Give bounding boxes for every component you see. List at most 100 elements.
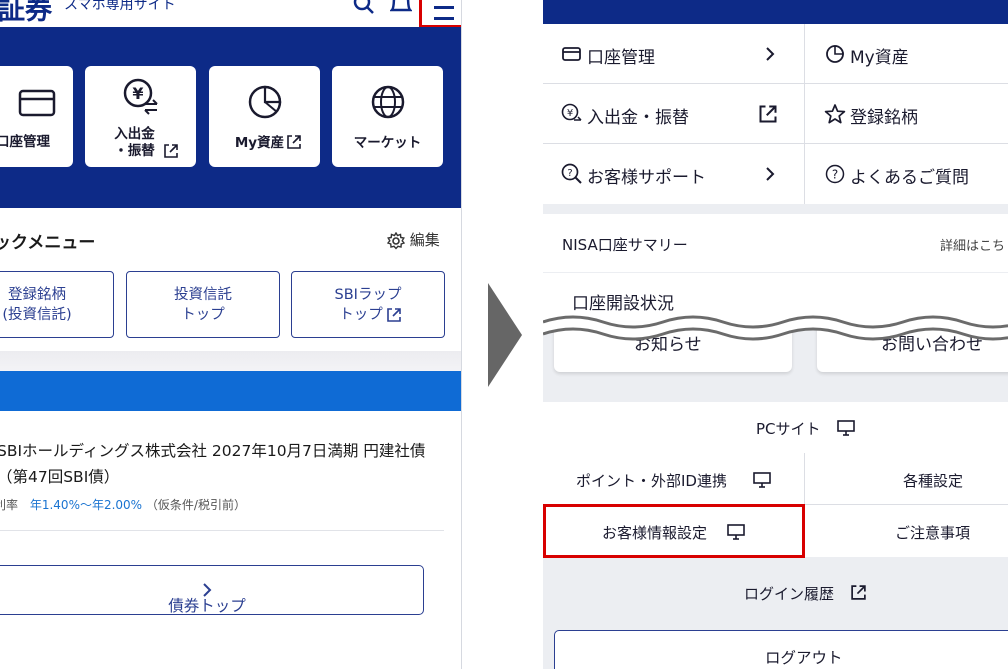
yen-exchange-icon: ¥ [561,103,582,121]
quick-button-line: トップ [339,307,383,323]
wallet-icon [562,47,581,61]
yen-exchange-icon: ¥ [123,78,158,115]
search-icon[interactable] [353,0,375,14]
menu-grid: 口座管理 My資産 ¥ 入出金・振替 登録銘柄 ? お客様サポート ? よくある… [543,24,1008,204]
bond-title[interactable]: SBIホールディングス株式会社 2027年10月7日満期 円建社債（第47回SB… [0,438,447,490]
divider [0,530,444,531]
menu-bar-line [434,17,454,20]
nisa-summary-row[interactable]: NISA口座サマリー 詳細はこち [543,214,1008,272]
menu-item-various-settings[interactable]: 各種設定 [805,453,1008,505]
bond-top-button[interactable]: 債券トップ [0,565,424,615]
menu-item-label: My資産 [850,48,909,68]
setting-label: ポイント・外部ID連携 [576,472,727,490]
hamburger-menu-button[interactable] [419,0,461,28]
rate-note: （仮条件/税引前） [145,498,246,512]
rate-value: 年1.40%～年2.00% [29,498,143,512]
quick-button-line: (投資信託) [2,307,72,323]
monitor-icon [753,472,771,488]
svg-text:¥: ¥ [132,84,143,103]
menu-item-notes[interactable]: ご注意事項 [805,505,1008,557]
menu-bar-line [434,6,454,9]
brand-logo: 証券 [0,0,52,26]
quick-menu-edit-button[interactable]: 編集 [387,229,440,250]
chevron-right-icon [766,167,775,181]
quick-menu-title: ックメニュー [0,233,96,253]
edit-label: 編集 [409,231,440,249]
quick-button-line: SBIラップ [334,287,402,303]
top-bar: 証券 スマホ専用サイト [0,0,461,28]
menu-item-label: 登録銘柄 [850,108,918,128]
login-history-label: ログイン履歴 [744,585,835,603]
quick-button-sbi-wrap[interactable]: SBIラップ トップ [291,271,445,338]
menu-item-points-external-id[interactable]: ポイント・外部ID連携 [543,453,804,505]
tile-account-management[interactable]: 口座管理 [0,66,73,167]
menu-item-account-management[interactable]: 口座管理 [543,24,804,84]
external-link-icon [851,585,866,600]
pie-chart-icon [826,45,844,63]
chevron-right-icon [766,47,775,61]
nisa-detail-link[interactable]: 詳細はこち [940,235,1005,254]
bond-rate: 利率 年1.40%～年2.00% （仮条件/税引前） [0,496,246,513]
pie-chart-icon [248,85,281,119]
login-history-row[interactable]: ログイン履歴 [543,567,1008,617]
menu-item-customer-support[interactable]: ? お客様サポート [543,144,804,204]
grid-line [543,83,1008,84]
menu-item-deposit-transfer[interactable]: ¥ 入出金・振替 [543,84,804,144]
logout-label: ログアウト [765,649,843,667]
omission-wave-icon [543,315,1008,341]
monitor-icon [837,420,855,436]
tile-deposit-withdrawal[interactable]: ¥ 入出金 ・振替 [85,66,196,167]
grid-line [543,143,1008,144]
menu-item-my-assets[interactable]: My資産 [805,24,1008,84]
nisa-title: NISA口座サマリー [562,236,688,254]
main-menu-hero: 口座管理 ¥ 入出金 ・振替 My資産 マーケット [0,27,461,208]
tile-market[interactable]: マーケット [332,66,443,167]
menu-item-label: 口座管理 [587,48,655,68]
pc-site-row[interactable]: PCサイト [543,402,1008,453]
menu-item-registered-stocks[interactable]: 登録銘柄 [805,84,1008,144]
quick-button-fund-top[interactable]: 投資信託 トップ [126,271,280,338]
setting-label: ご注意事項 [895,524,971,542]
svg-text:¥: ¥ [567,108,573,119]
star-icon [824,104,846,124]
logout-button[interactable]: ログアウト [554,630,1008,669]
rate-label: 利率 [0,498,19,512]
pc-site-label: PCサイト [756,420,821,438]
setting-label: 各種設定 [903,472,964,490]
quick-button-line: 登録銘柄 [8,287,66,303]
question-icon: ? [825,164,845,184]
tile-my-assets[interactable]: My資産 [209,66,320,167]
grid-line [804,24,805,204]
section-divider [0,351,461,371]
external-link-icon [759,105,777,123]
tile-label: 口座管理 [0,134,50,150]
tile-label: マーケット [353,135,422,151]
wallet-icon [18,89,56,117]
transition-arrow-icon [488,283,522,387]
menu-item-faq[interactable]: ? よくあるご質問 [805,144,1008,204]
svg-text:?: ? [832,168,838,182]
promo-band [0,371,461,411]
brand-subtitle: スマホ専用サイト [64,0,176,13]
svg-text:?: ? [567,168,572,179]
right-screen-menu: 口座管理 My資産 ¥ 入出金・振替 登録銘柄 ? お客様サポート ? よくある… [543,0,1008,669]
menu-item-label: よくあるご質問 [850,168,969,188]
external-link-icon [164,144,178,158]
left-screen: 証券 スマホ専用サイト 口座管理 ¥ 入出金 ・振替 My資産 マーケット ック… [0,0,462,669]
quick-button-line: 投資信託 [174,287,232,303]
search-help-icon: ? [561,163,582,184]
bond-top-label: 債券トップ [0,580,423,615]
bond-top-text: 債券トップ [168,597,246,615]
highlight-frame [543,504,805,558]
menu-item-label: お客様サポート [587,168,706,188]
quick-button-line: トップ [181,307,225,323]
menu-header [543,0,1008,24]
gear-icon [387,231,405,250]
quick-button-registered-funds[interactable]: 登録銘柄 (投資信託) [0,271,114,338]
external-link-icon [387,308,401,322]
tile-label: 入出金 [114,126,155,142]
globe-icon [371,85,404,119]
external-link-icon [287,135,301,149]
notification-icon[interactable] [390,0,412,14]
menu-item-label: 入出金・振替 [587,108,689,128]
